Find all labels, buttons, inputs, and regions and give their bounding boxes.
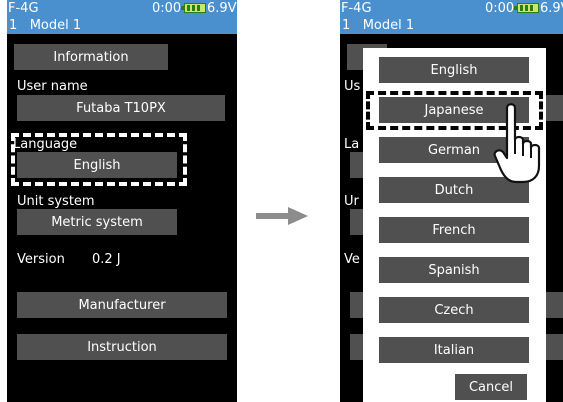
language-label-behind: La [344, 137, 360, 152]
model-label: 1 Model 1 [342, 18, 415, 33]
voltage-label: 6.9V [540, 1, 563, 16]
lang-italian[interactable]: Italian [379, 337, 529, 363]
version-label-behind: Ve [344, 252, 360, 267]
lang-spanish[interactable]: Spanish [379, 257, 529, 283]
user-name-field[interactable]: Futaba T10PX [17, 95, 225, 121]
version-label: Version [17, 252, 65, 267]
version-value: 0.2 J [92, 252, 121, 267]
cancel-button[interactable]: Cancel [455, 374, 527, 400]
manufacturer-button[interactable]: Manufacturer [17, 292, 227, 318]
unit-label-behind: Ur [344, 194, 359, 209]
protocol-label: F-4G [341, 1, 372, 16]
battery-icon [181, 3, 206, 13]
information-button[interactable]: Information [14, 44, 168, 70]
timer-label: 0:00 [152, 1, 182, 16]
user-name-label: User name [17, 79, 88, 94]
model-label: 1 Model 1 [9, 18, 82, 33]
unit-system-label: Unit system [17, 194, 95, 209]
settings-screen: F-4G 0:00 6.9V 1 Model 1 Information Use… [7, 0, 237, 402]
language-field[interactable]: English [17, 152, 177, 178]
manufacturer-button-behind-right [545, 292, 563, 318]
status-bar: F-4G 0:00 6.9V 1 Model 1 [7, 0, 237, 34]
arrow-right-icon [256, 207, 308, 225]
user-name-label-behind: Us [344, 79, 361, 94]
lang-english[interactable]: English [379, 57, 529, 83]
pointing-hand-icon [493, 103, 541, 184]
user-name-field-behind [545, 95, 563, 121]
timer-label: 0:00 [485, 1, 515, 16]
status-bar: F-4G 0:00 6.9V 1 Model 1 [340, 0, 563, 34]
language-label: Language [13, 137, 78, 152]
instruction-button-behind-right [545, 334, 563, 360]
unit-system-field[interactable]: Metric system [17, 209, 177, 235]
instruction-button[interactable]: Instruction [17, 334, 227, 360]
lang-czech[interactable]: Czech [379, 297, 529, 323]
language-select-screen: F-4G 0:00 6.9V 1 Model 1 Us La Ur Ve Eng… [340, 0, 563, 402]
lang-french[interactable]: French [379, 217, 529, 243]
voltage-label: 6.9V [207, 1, 237, 16]
protocol-label: F-4G [8, 1, 39, 16]
battery-icon [514, 3, 539, 13]
